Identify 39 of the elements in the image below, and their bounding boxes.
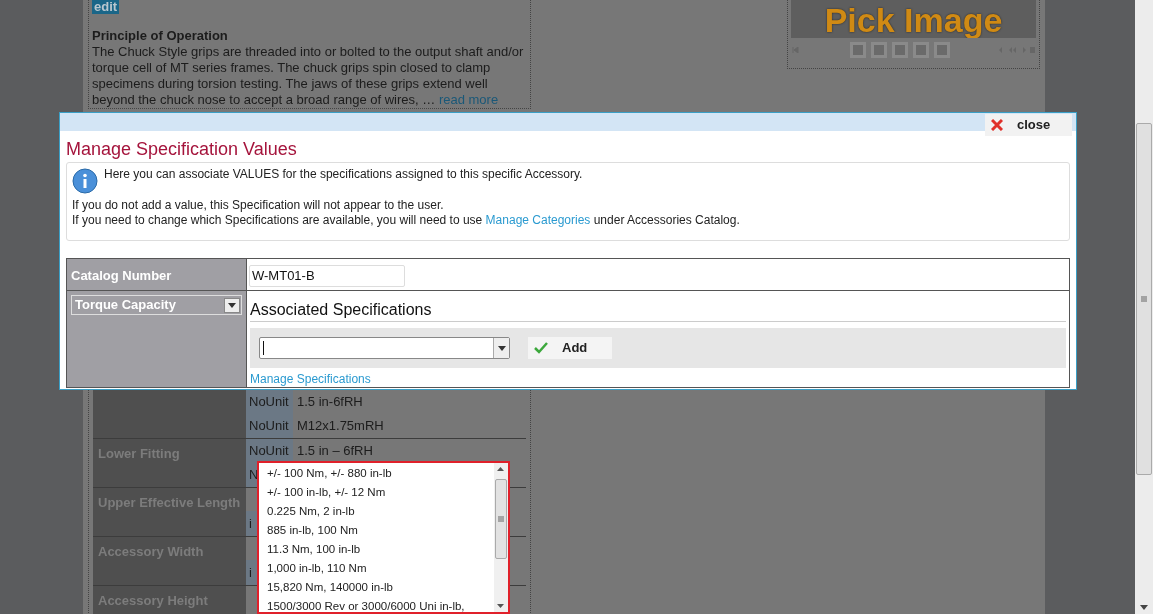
unit-cell: NoUnit [246, 390, 293, 414]
grip-icon [1141, 296, 1147, 302]
dropdown-option[interactable]: 1500/3000 Rev or 3000/6000 Uni in-lb, [259, 597, 494, 614]
list-scrollbar[interactable] [494, 463, 508, 612]
close-icon [991, 119, 1003, 131]
grip-icon [498, 516, 504, 522]
value-combobox[interactable] [259, 337, 510, 359]
scroll-up-icon[interactable] [497, 467, 504, 471]
edit-badge[interactable]: edit [92, 0, 120, 14]
info-text: If you do not add a value, this Specification will not appear to the user. [72, 198, 445, 213]
thumbnail-icon[interactable] [891, 42, 908, 58]
add-button[interactable]: Add [528, 337, 612, 359]
value-cell-text: 1.5 in – 6fRH [296, 442, 374, 461]
info-text: If you need to change which Specifications are available, you will need to use Manage Categories under Accessories Catalog. [72, 213, 741, 228]
caret-icon [497, 345, 506, 351]
dropdown-option[interactable]: 11.3 Nm, 100 in-lb [259, 540, 494, 559]
thumbnail-icon[interactable] [870, 42, 887, 58]
caret-icon [228, 302, 236, 308]
thumbnail-icon[interactable] [849, 42, 866, 58]
thumbnail-icon[interactable] [933, 42, 950, 58]
check-icon [534, 342, 548, 354]
unit-cell: NoUnit [246, 414, 293, 438]
catalog-number-label: Catalog Number [71, 268, 172, 283]
unit-cell: NoUnit [246, 439, 293, 463]
thumbnail-icon[interactable] [912, 42, 929, 58]
close-button[interactable]: close [985, 114, 1072, 136]
page-scrollbar[interactable] [1135, 0, 1153, 614]
section-heading: Associated Specifications [250, 300, 1066, 322]
dialog-title: Manage Specification Values [65, 138, 298, 160]
value-cell-text: 1.5 in-6fRH [296, 393, 364, 412]
catalog-number-field[interactable]: W-MT01-B [249, 264, 405, 287]
scrollbar-thumb[interactable] [1136, 123, 1152, 475]
info-icon [72, 168, 98, 194]
scroll-down-icon[interactable] [1140, 605, 1148, 610]
section-heading: Principle of Operation [92, 28, 229, 44]
description-paragraph: The Chuck Style grips are threaded into or bolted to the output shaft and/or torque cell of MT series frames. The chuck grips spin closed to clamp specimens during torsion testing. The jaws of these grips extend well beyond the chuck nose to accept a broad range of wires, … read more [92, 44, 525, 108]
value-cell-text: M12x1.75mRH [296, 417, 385, 436]
scroll-down-icon[interactable] [497, 604, 504, 608]
info-text: Here you can associate VALUES for the specifications assigned to this specific Accessory. [104, 167, 583, 182]
